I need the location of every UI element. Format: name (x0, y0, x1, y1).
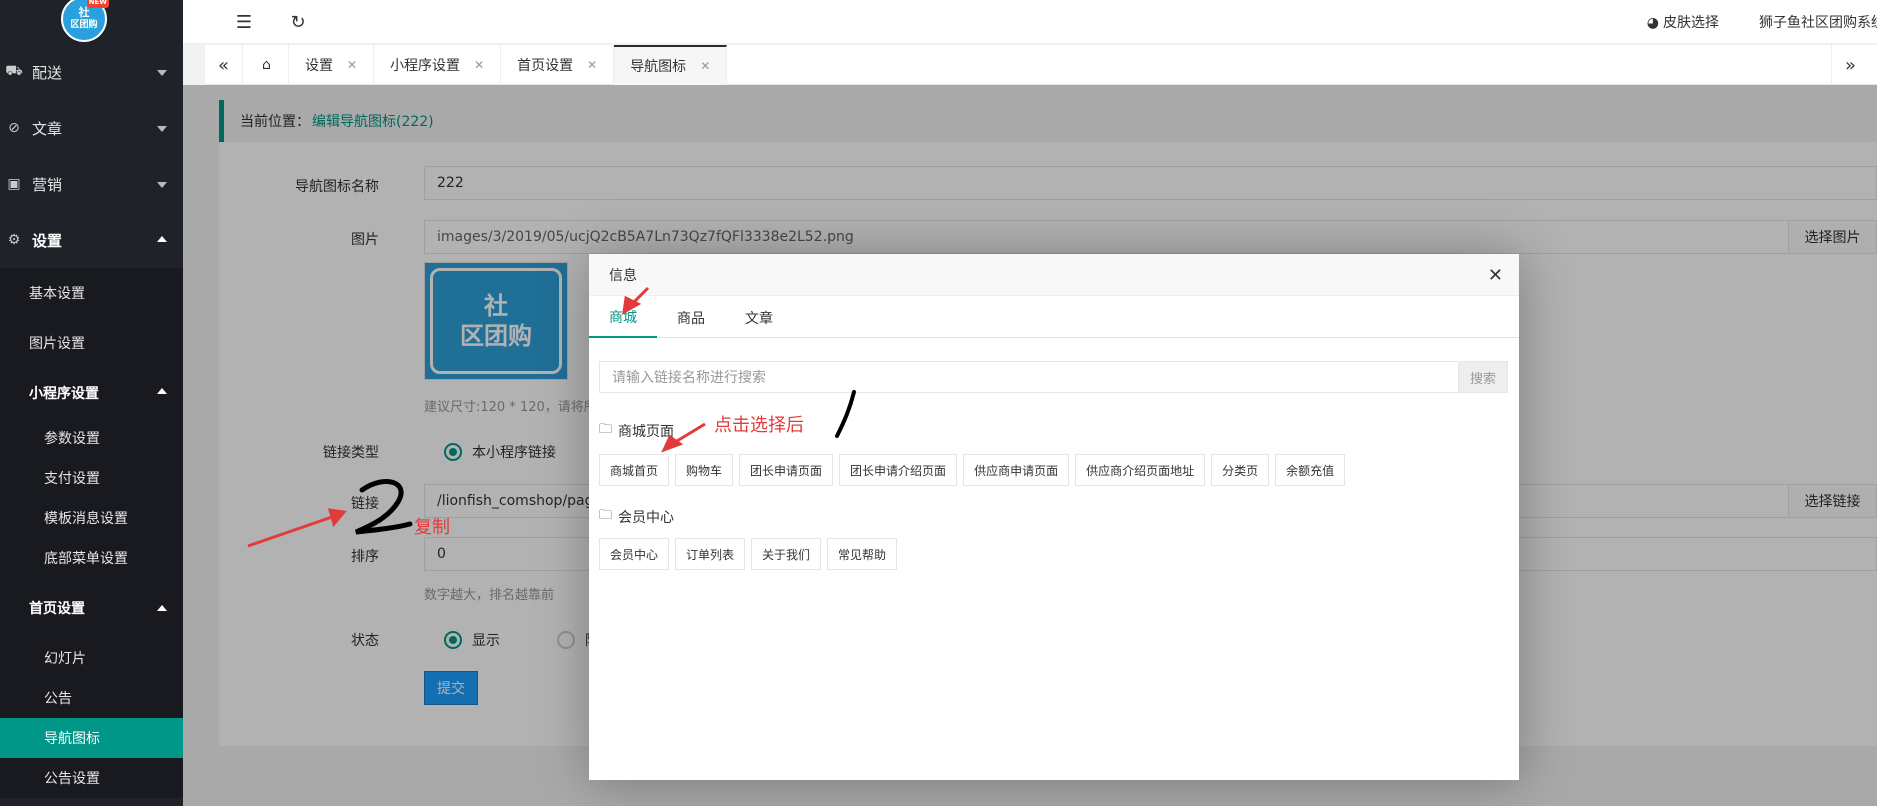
section-member-center: 🗀 会员中心 (599, 506, 674, 528)
link-about-us[interactable]: 关于我们 (751, 538, 822, 570)
search-button[interactable]: 搜索 (1458, 361, 1508, 393)
sidebar: NEW 社 区团购 ⛟ 配送 ⊘ 文章 ▣ 营销 ⚙ 设置 基本设置 图片设置 … (0, 0, 183, 806)
sidebar-item-label: 小程序设置 (29, 386, 99, 402)
tab-label: 首页设置 (517, 58, 574, 74)
gift-icon: ▣ (7, 176, 21, 192)
link-search-input[interactable]: 请输入链接名称进行搜索 (599, 361, 1466, 393)
sidebar-item-notice[interactable]: 公告 (0, 678, 183, 718)
link-category[interactable]: 分类页 (1211, 454, 1270, 486)
caret-up-icon (157, 388, 167, 394)
link-leader-apply[interactable]: 团长申请页面 (739, 454, 834, 486)
logo-text-top: 社 (78, 6, 90, 19)
tab-settings[interactable]: 设置 ✕ (289, 45, 375, 85)
section-title: 商城页面 (618, 424, 675, 440)
tab-home[interactable]: ⌂ (245, 45, 289, 85)
modal-title: 信息 (609, 267, 637, 284)
link-cart[interactable]: 购物车 (675, 454, 734, 486)
link-order-list[interactable]: 订单列表 (675, 538, 746, 570)
link-mall-home[interactable]: 商城首页 (599, 454, 670, 486)
tab-label: 导航图标 (630, 59, 687, 75)
link-help[interactable]: 常见帮助 (827, 538, 898, 570)
link-leader-intro[interactable]: 团长申请介绍页面 (839, 454, 958, 486)
sidebar-item-payment[interactable]: 支付设置 (0, 458, 183, 498)
sidebar-item-home-settings[interactable]: 首页设置 (0, 578, 183, 638)
sidebar-item-label: 营销 (32, 175, 63, 194)
sidebar-item-notice-settings[interactable]: 公告设置 (0, 758, 183, 798)
sidebar-item-nav-icons[interactable]: 导航图标 (0, 718, 183, 758)
gear-icon: ⚙ (7, 232, 21, 248)
sidebar-item-label: 配送 (32, 63, 63, 82)
sidebar-item-slides[interactable]: 幻灯片 (0, 638, 183, 678)
home-icon: ⌂ (262, 57, 271, 73)
sidebar-item-bottom-menu[interactable]: 底部菜单设置 (0, 538, 183, 578)
tabs-prev-icon[interactable]: « (205, 45, 243, 85)
tabs: ⌂ 设置 ✕ 小程序设置 ✕ 首页设置 ✕ 导航图标 ✕ (245, 45, 728, 85)
mall-links: 商城首页 购物车 团长申请页面 团长申请介绍页面 供应商申请页面 供应商介绍页面… (599, 454, 1351, 486)
sidebar-item-marketing[interactable]: ▣ 营销 (0, 156, 183, 212)
system-name[interactable]: 狮子鱼社区团购系统 (1759, 12, 1877, 32)
tab-label: 小程序设置 (390, 58, 461, 74)
logo[interactable]: NEW 社 区团购 (61, 0, 109, 42)
sidebar-item-label: 文章 (32, 119, 63, 138)
sidebar-item-image-settings[interactable]: 图片设置 (0, 318, 183, 368)
tab-mall[interactable]: 商城 (589, 298, 657, 338)
folder-icon: 🗀 (599, 508, 613, 523)
skin-select-label: 皮肤选择 (1663, 15, 1719, 31)
menu-collapse-icon[interactable]: ☰ (233, 11, 255, 33)
link-supplier-apply[interactable]: 供应商申请页面 (963, 454, 1070, 486)
sidebar-item-template-msg[interactable]: 模板消息设置 (0, 498, 183, 538)
truck-icon: ⛟ (5, 63, 23, 79)
tab-nav-icons[interactable]: 导航图标 ✕ (614, 45, 728, 85)
folder-icon: 🗀 (599, 422, 613, 437)
tab-goods[interactable]: 商品 (657, 298, 725, 338)
modal-tabs: 商城 商品 文章 (589, 298, 1519, 338)
section-mall-pages: 🗀 商城页面 (599, 420, 674, 442)
settings-submenu: 基本设置 图片设置 小程序设置 参数设置 支付设置 模板消息设置 底部菜单设置 … (0, 268, 183, 798)
section-title: 会员中心 (618, 510, 675, 526)
sidebar-item-settings[interactable]: ⚙ 设置 (0, 212, 183, 268)
close-icon[interactable]: ✕ (474, 58, 484, 72)
tab-label: 设置 (305, 58, 333, 74)
modal-header: 信息 ✕ (589, 254, 1519, 296)
tab-home-settings[interactable]: 首页设置 ✕ (501, 45, 615, 85)
sidebar-item-delivery[interactable]: ⛟ 配送 (0, 44, 183, 100)
tab-article[interactable]: 文章 (725, 298, 793, 338)
palette-icon: ◕ (1646, 15, 1659, 31)
link-member-center[interactable]: 会员中心 (599, 538, 670, 570)
tab-bar: « ⌂ 设置 ✕ 小程序设置 ✕ 首页设置 ✕ 导航图标 ✕ » (205, 45, 1877, 85)
caret-down-icon (157, 70, 167, 76)
top-bar: ☰ ↻ ◕ 皮肤选择 狮子鱼社区团购系统 (183, 0, 1877, 44)
sidebar-item-article[interactable]: ⊘ 文章 (0, 100, 183, 156)
caret-up-icon (157, 605, 167, 611)
logo-text-bottom: 区团购 (70, 20, 98, 30)
refresh-icon[interactable]: ↻ (287, 11, 309, 33)
member-links: 会员中心 订单列表 关于我们 常见帮助 (599, 538, 903, 570)
sidebar-item-label: 设置 (32, 231, 63, 250)
close-icon[interactable]: ✕ (700, 59, 710, 73)
top-bar-right: ◕ 皮肤选择 狮子鱼社区团购系统 (1627, 0, 1877, 44)
close-icon[interactable]: ✕ (587, 58, 597, 72)
sidebar-item-label: 首页设置 (29, 601, 85, 617)
logo-badge: NEW (86, 0, 109, 8)
logo-area: NEW 社 区团购 (0, 0, 183, 44)
skin-select[interactable]: ◕ 皮肤选择 (1647, 12, 1719, 32)
link-recharge[interactable]: 余额充值 (1275, 454, 1346, 486)
close-icon[interactable]: ✕ (347, 58, 357, 72)
sidebar-item-basic-settings[interactable]: 基本设置 (0, 268, 183, 318)
annotation-click-select: 点击选择后 (714, 415, 804, 436)
tab-miniapp-settings[interactable]: 小程序设置 ✕ (374, 45, 502, 85)
link-supplier-intro[interactable]: 供应商介绍页面地址 (1075, 454, 1206, 486)
caret-up-icon (157, 236, 167, 242)
caret-down-icon (157, 182, 167, 188)
tabs-next-icon[interactable]: » (1831, 45, 1869, 85)
annotation-copy: 复制 (414, 517, 450, 538)
link-picker-modal: 信息 ✕ 商城 商品 文章 请输入链接名称进行搜索 搜索 🗀 商城页面 商城首页… (589, 254, 1519, 780)
close-icon[interactable]: ✕ (1488, 265, 1503, 286)
sidebar-item-miniapp-settings[interactable]: 小程序设置 (0, 368, 183, 418)
sidebar-item-params[interactable]: 参数设置 (0, 418, 183, 458)
compass-icon: ⊘ (8, 120, 20, 136)
caret-down-icon (157, 126, 167, 132)
